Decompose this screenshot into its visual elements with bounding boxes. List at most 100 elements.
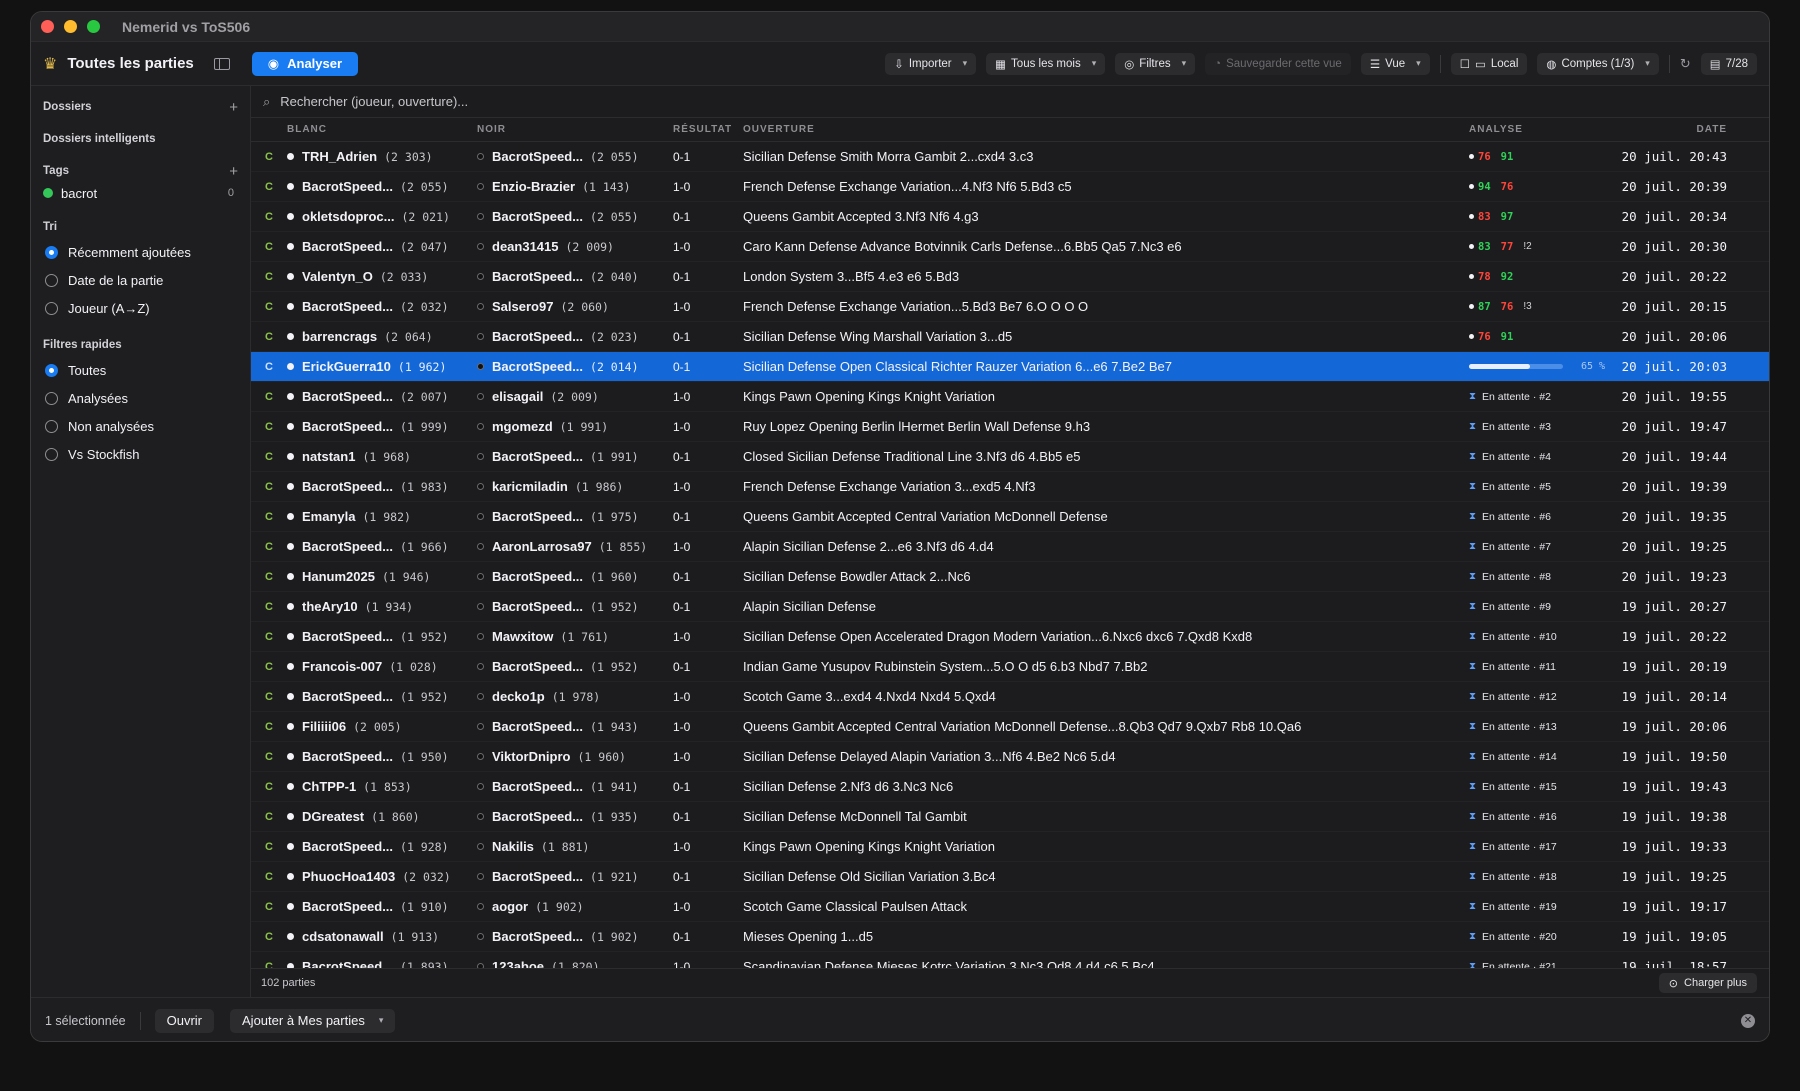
- analysis-progress-fill: [1469, 364, 1531, 369]
- white-piece-dot: [287, 243, 294, 250]
- save-view-button[interactable]: ◔ Sauvegarder cette vue: [1205, 52, 1351, 75]
- table-row[interactable]: C Hanum2025 (1 946) BacrotSpeed... (1 960)…: [251, 562, 1769, 592]
- white-player-elo: (2 055): [400, 179, 449, 194]
- radio-icon[interactable]: [45, 391, 58, 405]
- black-piece-dot: [477, 813, 484, 820]
- add-folder-icon[interactable]: +: [229, 99, 238, 116]
- table-row[interactable]: C BacrotSpeed... (1 910) aogor (1 902) 1-0…: [251, 892, 1769, 922]
- inbox-counter-button[interactable]: ▤ 7/28: [1700, 52, 1757, 75]
- table-row[interactable]: C ChTPP-1 (1 853) BacrotSpeed... (1 941) 0…: [251, 772, 1769, 802]
- radio-icon[interactable]: [45, 447, 58, 461]
- table-row[interactable]: C Valentyn_O (2 033) BacrotSpeed... (2 040…: [251, 262, 1769, 292]
- table-row[interactable]: C cdsatonawall (1 913) BacrotSpeed... (1 9…: [251, 922, 1769, 952]
- search-input[interactable]: [280, 94, 881, 109]
- black-player-elo: (1 991): [590, 449, 639, 464]
- game-result: 0-1: [673, 359, 691, 374]
- clear-selection-icon[interactable]: ✕: [1741, 1013, 1755, 1028]
- sort-option-recent[interactable]: Récemment ajoutées: [43, 238, 250, 266]
- table-row[interactable]: C Francois-007 (1 028) BacrotSpeed... (1 9…: [251, 652, 1769, 682]
- close-window-button[interactable]: [41, 20, 54, 33]
- table-row[interactable]: C DGreatest (1 860) BacrotSpeed... (1 935)…: [251, 802, 1769, 832]
- white-player-name: TRH_Adrien: [302, 149, 378, 164]
- white-player-name: BacrotSpeed...: [302, 959, 394, 968]
- table-row[interactable]: C BacrotSpeed... (1 928) Nakilis (1 881) 1…: [251, 832, 1769, 862]
- add-tag-icon[interactable]: +: [229, 163, 238, 180]
- quick-filter-all[interactable]: Toutes: [43, 356, 250, 384]
- table-row[interactable]: C BacrotSpeed... (1 966) AaronLarrosa97 (1…: [251, 532, 1769, 562]
- table-row[interactable]: C BacrotSpeed... (1 983) karicmiladin (1 9…: [251, 472, 1769, 502]
- sidebar-toggle-icon[interactable]: [213, 57, 230, 70]
- filters-dropdown[interactable]: ◎ Filtres ▾: [1115, 52, 1196, 75]
- radio-icon[interactable]: [45, 273, 58, 287]
- quick-filter-analysed[interactable]: Analysées: [43, 384, 250, 412]
- sort-option-player[interactable]: Joueur (A→Z): [43, 294, 250, 322]
- white-player-cell: ErickGuerra10 (1 962): [287, 359, 477, 374]
- games-count: 102 parties: [261, 977, 316, 989]
- white-player-elo: (1 853): [363, 779, 412, 794]
- black-player-cell: BacrotSpeed... (1 952): [477, 599, 673, 614]
- white-player-cell: BacrotSpeed... (2 047): [287, 239, 477, 254]
- table-row[interactable]: C TRH_Adrien (2 303) BacrotSpeed... (2 055…: [251, 142, 1769, 172]
- radio-selected-icon[interactable]: [45, 245, 58, 259]
- game-result: 1-0: [673, 539, 691, 554]
- radio-selected-icon[interactable]: [45, 363, 58, 377]
- analysis-cell: ⧗ En attente · #19: [1469, 901, 1619, 913]
- table-row[interactable]: C BacrotSpeed... (2 007) elisagail (2 009)…: [251, 382, 1769, 412]
- load-more-button[interactable]: ⊙ Charger plus: [1658, 973, 1757, 993]
- months-dropdown[interactable]: ▦ Tous les mois ▾: [986, 52, 1106, 75]
- refresh-icon[interactable]: ↻: [1680, 56, 1691, 72]
- table-row[interactable]: C BacrotSpeed... (1 950) ViktorDnipro (1 9…: [251, 742, 1769, 772]
- table-row[interactable]: C BacrotSpeed... (1 952) Mawxitow (1 761) …: [251, 622, 1769, 652]
- table-row[interactable]: C okletsdoproc... (2 021) BacrotSpeed... (…: [251, 202, 1769, 232]
- col-result-header[interactable]: RÉSULTAT: [673, 124, 743, 135]
- radio-icon[interactable]: [45, 301, 58, 315]
- open-button[interactable]: Ouvrir: [154, 1008, 215, 1033]
- black-piece-dot: [477, 213, 484, 220]
- table-row[interactable]: C BacrotSpeed... (1 952) decko1p (1 978) 1…: [251, 682, 1769, 712]
- quick-filter-vs-stockfish[interactable]: Vs Stockfish: [43, 440, 250, 468]
- game-result: 0-1: [673, 149, 691, 164]
- import-button[interactable]: ⇩ Importer ▾: [885, 52, 977, 75]
- col-black-header[interactable]: NOIR: [477, 124, 673, 135]
- table-row[interactable]: C BacrotSpeed... (2 047) dean31415 (2 009)…: [251, 232, 1769, 262]
- black-player-elo: (2 055): [590, 209, 639, 224]
- analysis-cell: ⧗ En attente · #9: [1469, 601, 1619, 613]
- smart-folders-header[interactable]: Dossiers intelligents: [43, 128, 250, 150]
- white-player-cell: Emanyla (1 982): [287, 509, 477, 524]
- col-white-header[interactable]: BLANC: [287, 124, 477, 135]
- radio-icon[interactable]: [45, 419, 58, 433]
- table-row[interactable]: C BacrotSpeed... (2 055) Enzio-Brazier (1 …: [251, 172, 1769, 202]
- analyser-button[interactable]: ◉ Analyser: [251, 51, 359, 76]
- table-row[interactable]: C BacrotSpeed... (1 999) mgomezd (1 991) 1…: [251, 412, 1769, 442]
- game-opening: Ruy Lopez Opening Berlin lHermet Berlin …: [743, 419, 1091, 434]
- table-row[interactable]: C barrencrags (2 064) BacrotSpeed... (2 02…: [251, 322, 1769, 352]
- table-row[interactable]: C ErickGuerra10 (1 962) BacrotSpeed... (2 …: [251, 352, 1769, 382]
- col-date-header[interactable]: DATE: [1619, 124, 1737, 135]
- local-toggle[interactable]: ☐ ▭ Local: [1450, 52, 1528, 75]
- checkbox-icon[interactable]: ☐: [1460, 57, 1470, 71]
- table-row[interactable]: C BacrotSpeed... (1 893) 123aboe (1 820) 1…: [251, 952, 1769, 968]
- tag-item-bacrot[interactable]: bacrot 0: [43, 182, 250, 204]
- table-row[interactable]: C PhuocHoa1403 (2 032) BacrotSpeed... (1 9…: [251, 862, 1769, 892]
- game-result: 1-0: [673, 719, 691, 734]
- black-piece-dot: [477, 543, 484, 550]
- maximize-window-button[interactable]: [87, 20, 100, 33]
- quick-filter-not-analysed[interactable]: Non analysées: [43, 412, 250, 440]
- table-row[interactable]: C BacrotSpeed... (2 032) Salsero97 (2 060)…: [251, 292, 1769, 322]
- col-opening-header[interactable]: OUVERTURE: [743, 124, 1469, 135]
- sort-option-date[interactable]: Date de la partie: [43, 266, 250, 294]
- table-row[interactable]: C Emanyla (1 982) BacrotSpeed... (1 975) 0…: [251, 502, 1769, 532]
- table-row[interactable]: C natstan1 (1 968) BacrotSpeed... (1 991) …: [251, 442, 1769, 472]
- white-accuracy: 76: [1478, 150, 1491, 163]
- black-player-cell: mgomezd (1 991): [477, 419, 673, 434]
- minimize-window-button[interactable]: [64, 20, 77, 33]
- table-row[interactable]: C Filiiii06 (2 005) BacrotSpeed... (1 943)…: [251, 712, 1769, 742]
- col-analysis-header[interactable]: ANALYSE: [1469, 124, 1619, 135]
- add-to-my-games-button[interactable]: Ajouter à Mes parties ▾: [230, 1008, 396, 1033]
- tag-color-dot: [43, 188, 53, 198]
- table-row[interactable]: C theAry10 (1 934) BacrotSpeed... (1 952) …: [251, 592, 1769, 622]
- analysis-dot: [1469, 304, 1474, 309]
- view-dropdown[interactable]: ☰ Vue ▾: [1360, 52, 1430, 75]
- white-player-cell: BacrotSpeed... (2 007): [287, 389, 477, 404]
- accounts-dropdown[interactable]: ◍ Comptes (1/3) ▾: [1537, 52, 1659, 75]
